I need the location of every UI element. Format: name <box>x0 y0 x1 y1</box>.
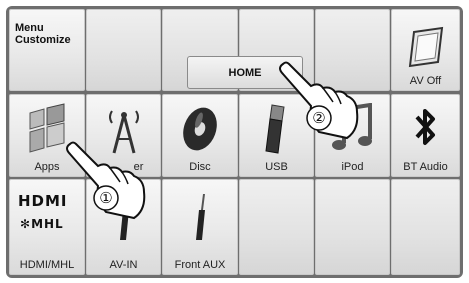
disc-icon <box>183 107 217 151</box>
usb-label: USB <box>265 161 288 173</box>
disc-label: Disc <box>189 161 211 173</box>
front-aux-tile[interactable]: Front AUX <box>162 179 238 275</box>
hdmi-mhl-label: HDMI/MHL <box>19 259 75 271</box>
customize-slot-18[interactable] <box>391 179 460 275</box>
step-2-callout: ② <box>312 109 325 127</box>
customize-slot-16[interactable] <box>239 179 314 275</box>
page-title: Menu Customize <box>15 22 71 46</box>
aux-plug-icon <box>196 194 205 240</box>
step-1-callout: ① <box>99 189 112 207</box>
av-in-label: AV-IN <box>109 259 138 271</box>
bt-audio-tile[interactable]: BT Audio <box>391 94 460 177</box>
mhl-logo: ✻MHL <box>20 217 64 231</box>
mhl-logo-text: MHL <box>31 217 64 231</box>
bt-audio-label: BT Audio <box>403 161 448 173</box>
customize-slot-2[interactable] <box>86 9 161 91</box>
pointing-hand-icon: ② <box>279 61 359 140</box>
bluetooth-icon <box>415 109 435 145</box>
av-off-tile[interactable]: AV Off <box>391 9 460 91</box>
disc-tile[interactable]: Disc <box>162 94 238 177</box>
av-off-icon <box>408 26 443 68</box>
ipod-label: iPod <box>341 161 364 173</box>
customize-slot-17[interactable] <box>315 179 390 275</box>
front-aux-label: Front AUX <box>174 259 226 271</box>
customize-slot-1[interactable]: Menu Customize <box>9 9 85 91</box>
menu-customize-screen: Menu Customize AV Off HOME Apps er Disc … <box>6 6 463 278</box>
av-off-label: AV Off <box>409 75 442 87</box>
pointing-hand-icon: ① <box>66 141 146 220</box>
hdmi-logo: HDMI <box>18 192 68 210</box>
